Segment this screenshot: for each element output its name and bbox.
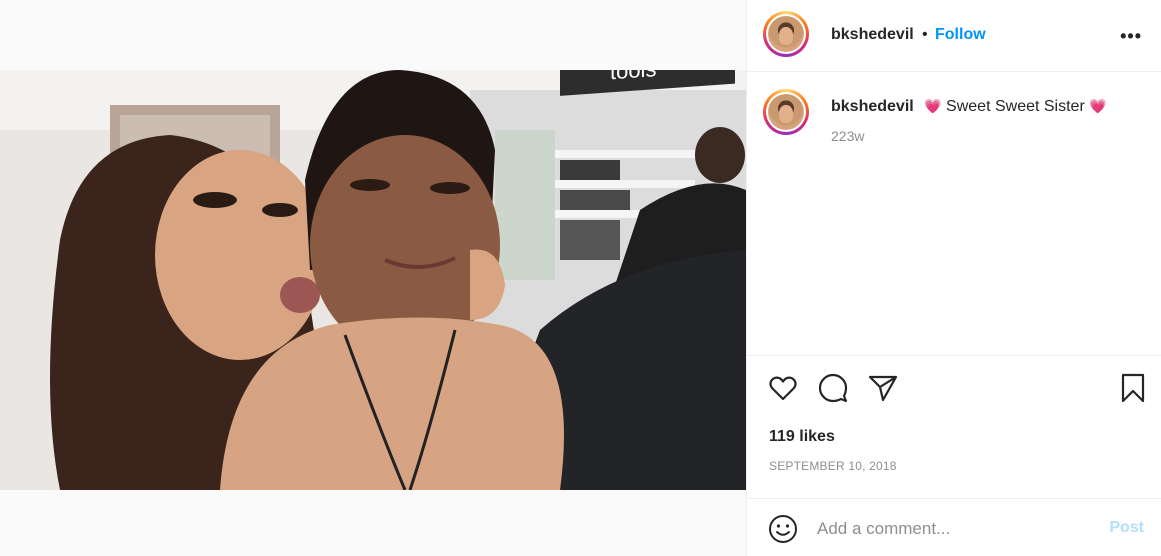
comment-bubble-icon[interactable] bbox=[817, 372, 849, 404]
save-bookmark-icon[interactable] bbox=[1117, 372, 1149, 404]
header-username[interactable]: bkshedevil bbox=[831, 26, 914, 44]
caption-time-ago[interactable]: 223w bbox=[831, 128, 864, 144]
avatar[interactable] bbox=[763, 11, 809, 57]
caption-avatar[interactable] bbox=[763, 89, 809, 135]
pink-heart-icon: 💗 bbox=[924, 98, 942, 114]
photo-illustration: tools bbox=[0, 70, 746, 490]
caption-line: bkshedevil 💗 Sweet Sweet Sister 💗 bbox=[831, 98, 1107, 116]
like-heart-icon[interactable] bbox=[767, 372, 799, 404]
post-photo[interactable]: tools bbox=[0, 70, 746, 490]
separator-dot: • bbox=[922, 26, 928, 43]
action-bar bbox=[747, 372, 1161, 408]
post-comment-button[interactable]: Post bbox=[1109, 519, 1144, 537]
caption: bkshedevil 💗 Sweet Sweet Sister 💗 223w bbox=[747, 73, 1161, 356]
post-header: bkshedevil • Follow ••• bbox=[747, 0, 1161, 72]
more-options-icon[interactable]: ••• bbox=[1120, 26, 1142, 47]
caption-username[interactable]: bkshedevil bbox=[831, 98, 914, 115]
caption-text: Sweet Sweet Sister bbox=[946, 98, 1085, 115]
share-paper-plane-icon[interactable] bbox=[867, 372, 899, 404]
post-date: SEPTEMBER 10, 2018 bbox=[769, 459, 897, 473]
comment-input[interactable] bbox=[817, 515, 1097, 543]
post-side-panel: bkshedevil • Follow ••• bkshedevil 💗 Swe… bbox=[746, 0, 1161, 556]
pink-heart-icon: 💗 bbox=[1089, 98, 1107, 114]
comment-bar: Post bbox=[747, 498, 1161, 556]
likes-count[interactable]: 119 likes bbox=[769, 428, 835, 446]
follow-button[interactable]: Follow bbox=[935, 26, 986, 44]
emoji-smiley-icon[interactable] bbox=[767, 513, 799, 545]
media-pane: tools bbox=[0, 0, 746, 556]
